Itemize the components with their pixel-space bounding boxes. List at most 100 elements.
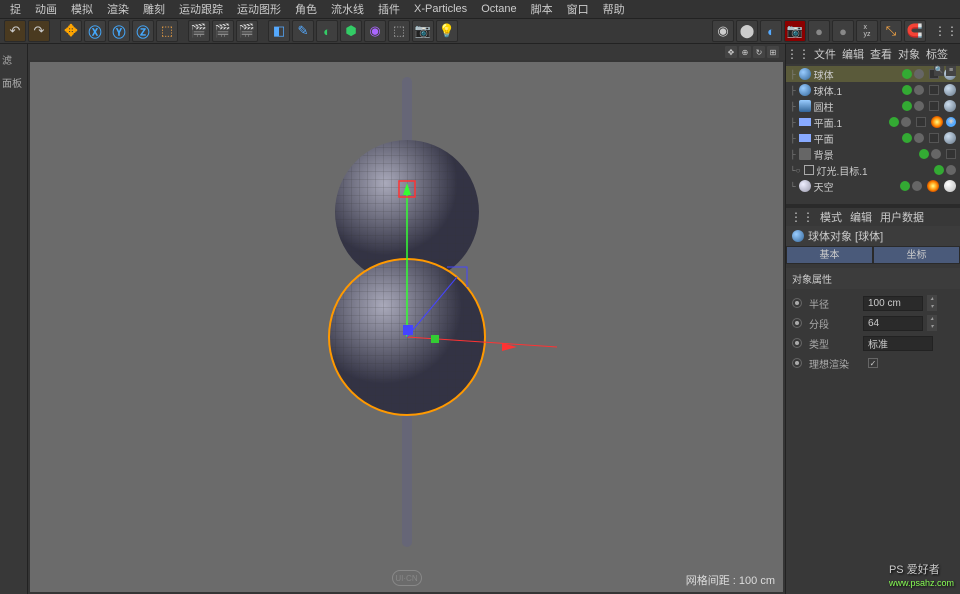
tag-icon[interactable] [946, 149, 956, 159]
render-dot[interactable] [914, 133, 924, 143]
nurbs-button[interactable]: ◐ [316, 20, 338, 42]
wireframe-button[interactable]: ◐ [760, 20, 782, 42]
render-checkbox[interactable]: ✓ [868, 358, 878, 368]
sphere-button[interactable]: ● [808, 20, 830, 42]
compositing-tag-icon[interactable]: ◉ [946, 117, 956, 127]
material-tag-icon[interactable] [944, 180, 956, 192]
render-settings-button[interactable]: 🎬 [212, 20, 234, 42]
menu-item[interactable]: 运动图形 [231, 0, 287, 19]
attr-tab-edit[interactable]: 编辑 [850, 209, 872, 225]
tree-row-plane1[interactable]: ├ 平面.1 ◉ [786, 114, 960, 130]
tree-row-background[interactable]: ├ 背景 [786, 146, 960, 162]
visibility-dot[interactable] [889, 117, 899, 127]
panel-menu-icon[interactable]: ⋮⋮ [788, 45, 808, 63]
radio-icon[interactable] [792, 318, 802, 328]
visibility-dot[interactable] [902, 69, 912, 79]
render-dot[interactable] [946, 165, 956, 175]
objtab-view[interactable]: 查看 [870, 46, 892, 62]
subtab-coord[interactable]: 坐标 [873, 246, 960, 264]
render-dot[interactable] [912, 181, 922, 191]
cube-primitive-button[interactable]: ◧ [268, 20, 290, 42]
generator-button[interactable]: ⬢ [340, 20, 362, 42]
render-dot[interactable] [914, 69, 924, 79]
tree-row-sphere1[interactable]: ├ 球体.1 [786, 82, 960, 98]
menu-item[interactable]: 模拟 [65, 0, 99, 19]
menu-item[interactable]: 流水线 [325, 0, 370, 19]
material-tag-icon[interactable] [944, 84, 956, 96]
light-button[interactable]: 💡 [436, 20, 458, 42]
attr-tab-userdata[interactable]: 用户数据 [880, 209, 924, 225]
menu-item[interactable]: 插件 [372, 0, 406, 19]
menu-item[interactable]: 帮助 [597, 0, 631, 19]
phong-tag-icon[interactable] [929, 85, 939, 95]
subtab-basic[interactable]: 基本 [786, 246, 873, 264]
radio-icon[interactable] [792, 358, 802, 368]
render-button[interactable]: 🎬 [188, 20, 210, 42]
expand-icon[interactable]: ├ [790, 70, 796, 79]
tree-row-light-target[interactable]: └○ 灯光.目标.1 [786, 162, 960, 178]
menu-item[interactable]: 捉 [4, 0, 27, 19]
y-axis-button[interactable]: Ⓨ [108, 20, 130, 42]
vp-pan-icon[interactable]: ✥ [725, 46, 737, 58]
glow-tag-icon[interactable] [927, 180, 939, 192]
magnet-button[interactable]: 🧲 [904, 20, 926, 42]
pen-tool-button[interactable]: ✎ [292, 20, 314, 42]
radio-icon[interactable] [792, 338, 802, 348]
phong-tag-icon[interactable] [916, 117, 926, 127]
sphere2-button[interactable]: ● [832, 20, 854, 42]
environment-button[interactable]: ⬚ [388, 20, 410, 42]
record-button[interactable]: 📷 [784, 20, 806, 42]
sort-icon[interactable]: ≡ [946, 66, 956, 76]
render-dot[interactable] [914, 85, 924, 95]
menu-item[interactable]: 角色 [289, 0, 323, 19]
material-tag-icon[interactable] [944, 132, 956, 144]
menu-item[interactable]: 运动跟踪 [173, 0, 229, 19]
menu-item[interactable]: 窗口 [561, 0, 595, 19]
radio-icon[interactable] [792, 298, 802, 308]
menu-item[interactable]: X-Particles [408, 1, 473, 17]
camera-button[interactable]: 📷 [412, 20, 434, 42]
redo-button[interactable]: ↷ [28, 20, 50, 42]
coord-system-button[interactable]: ⬚ [156, 20, 178, 42]
vp-layout-icon[interactable]: ⊞ [767, 46, 779, 58]
spinner[interactable]: ▴▾ [927, 295, 937, 311]
left-tab-filter[interactable]: 滤 [0, 48, 27, 71]
menu-item[interactable]: 动画 [29, 0, 63, 19]
visibility-dot[interactable] [900, 181, 910, 191]
render-dot[interactable] [914, 101, 924, 111]
spinner[interactable]: ▴▾ [927, 315, 937, 331]
x-axis-button[interactable]: Ⓧ [84, 20, 106, 42]
3d-viewport[interactable]: UI·CN 网格间距 : 100 cm [30, 62, 783, 592]
phong-tag-icon[interactable] [929, 133, 939, 143]
phong-tag-icon[interactable] [929, 101, 939, 111]
objtab-file[interactable]: 文件 [814, 46, 836, 62]
shading-button[interactable]: ◉ [712, 20, 734, 42]
menu-item[interactable]: Octane [475, 1, 522, 17]
objtab-edit[interactable]: 编辑 [842, 46, 864, 62]
segments-input[interactable] [863, 316, 923, 331]
undo-button[interactable]: ↶ [4, 20, 26, 42]
glow-tag-icon[interactable] [931, 116, 943, 128]
visibility-dot[interactable] [902, 133, 912, 143]
move-tool-button[interactable]: ✥ [60, 20, 82, 42]
objtab-object[interactable]: 对象 [898, 46, 920, 62]
type-select[interactable] [863, 336, 933, 351]
deformer-button[interactable]: ◉ [364, 20, 386, 42]
visibility-dot[interactable] [902, 85, 912, 95]
menu-item[interactable]: 渲染 [101, 0, 135, 19]
radius-input[interactable] [863, 296, 923, 311]
shelf-icon[interactable]: ⋮⋮ [936, 22, 956, 40]
display-button[interactable]: ⬤ [736, 20, 758, 42]
vp-zoom-icon[interactable]: ⊕ [739, 46, 751, 58]
tree-row-plane[interactable]: ├ 平面 [786, 130, 960, 146]
tree-row-cylinder[interactable]: ├ 圆柱 [786, 98, 960, 114]
xyz-button[interactable]: xyz [856, 20, 878, 42]
search-icon[interactable]: 🔍 [934, 66, 944, 76]
object-hierarchy-tree[interactable]: 🔍≡ ├ 球体 ├ 球体.1 ├ 圆柱 [786, 64, 960, 204]
material-tag-icon[interactable] [944, 100, 956, 112]
tree-row-sky[interactable]: └ 天空 [786, 178, 960, 194]
attr-menu-icon[interactable]: ⋮⋮ [792, 208, 812, 226]
snap-button[interactable]: ⤡ [880, 20, 902, 42]
visibility-dot[interactable] [934, 165, 944, 175]
menu-item[interactable]: 脚本 [525, 0, 559, 19]
